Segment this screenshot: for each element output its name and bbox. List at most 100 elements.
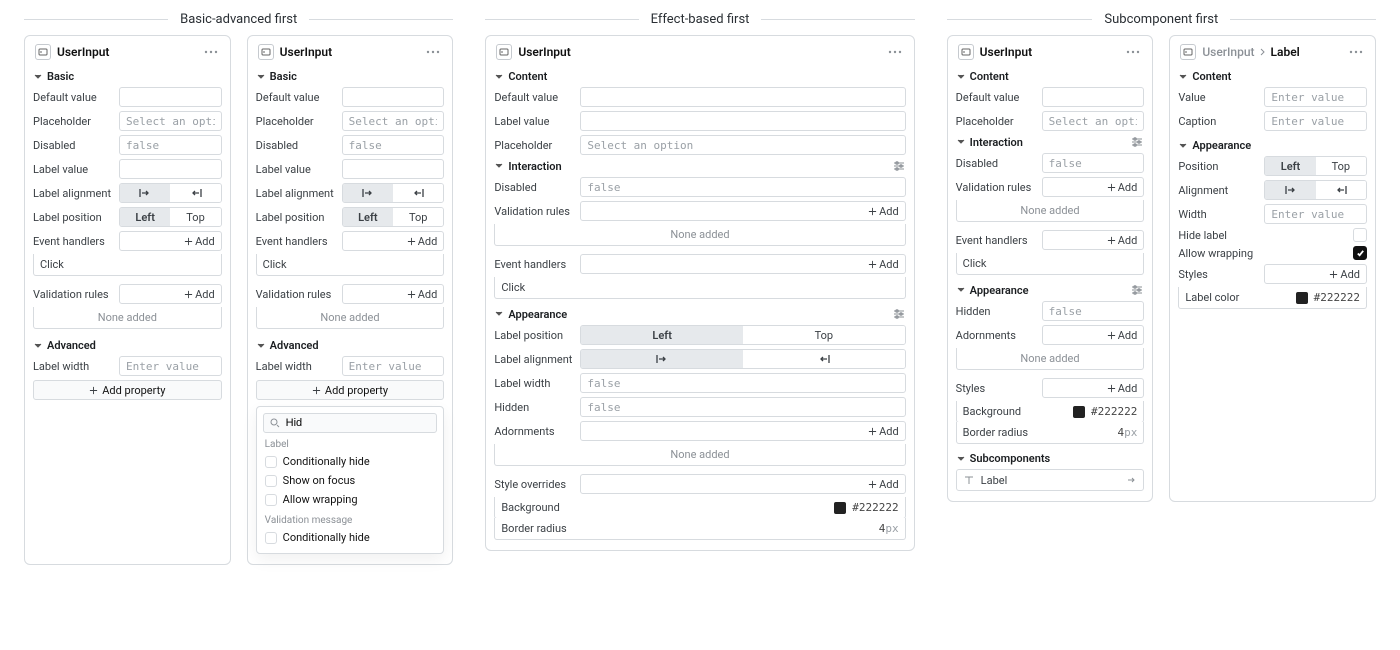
more-menu-icon[interactable] [202,45,220,59]
default-value-input[interactable] [580,87,905,107]
default-value-input[interactable] [1042,87,1145,107]
add-validation-button[interactable]: Add [407,288,438,301]
add-event-button[interactable]: Add [868,258,899,271]
settings-icon[interactable] [892,307,906,321]
hidden-input[interactable] [580,397,905,417]
add-validation-button[interactable]: Add [1107,181,1138,194]
more-menu-icon[interactable] [886,45,904,59]
section-interaction[interactable]: Interaction [494,159,905,173]
add-property-button[interactable]: Add property [33,380,222,400]
hidden-input[interactable] [1042,301,1145,321]
label-width-input[interactable] [119,356,222,376]
label-position-toggle[interactable]: Left Top [119,207,222,227]
style-row-background[interactable]: Background #222222 [956,401,1145,423]
pos-top[interactable]: Top [170,208,220,226]
section-appearance[interactable]: Appearance [494,307,905,321]
add-adornment-button[interactable]: Add [868,425,899,438]
align-left-icon[interactable] [343,184,393,202]
disabled-input[interactable] [342,135,445,155]
color-swatch[interactable] [834,502,846,514]
event-click-row[interactable]: Click [956,253,1145,275]
label-position-toggle[interactable]: Left Top [342,207,445,227]
style-row-border-radius[interactable]: Border radius 4px [494,518,905,540]
event-click-row[interactable]: Click [33,254,222,276]
event-click-row[interactable]: Click [256,254,445,276]
section-basic[interactable]: Basic [33,70,222,83]
default-value-input[interactable] [342,87,445,107]
alignment-toggle[interactable] [1264,180,1367,200]
align-right-icon[interactable] [743,350,905,368]
caption-input[interactable] [1264,111,1367,131]
more-menu-icon[interactable] [424,45,442,59]
placeholder-input[interactable] [119,111,222,131]
align-left-icon[interactable] [120,184,170,202]
menu-item[interactable]: Conditionally hide [263,528,438,547]
menu-item[interactable]: Conditionally hide [263,452,438,471]
placeholder-input[interactable] [1042,111,1145,131]
style-row-background[interactable]: Background #222222 [494,497,905,519]
width-input[interactable] [1264,204,1367,224]
property-search-input[interactable] [263,413,438,433]
label-value-input[interactable] [119,159,222,179]
section-content[interactable]: Content [494,70,905,83]
allow-wrapping-checkbox[interactable] [1353,246,1367,260]
label-value-input[interactable] [342,159,445,179]
pos-left[interactable]: Left [120,208,170,226]
label-width-input[interactable] [342,356,445,376]
section-advanced[interactable]: Advanced [256,339,445,352]
label-alignment-toggle[interactable] [119,183,222,203]
menu-item[interactable]: Show on focus [263,471,438,490]
align-left-icon[interactable] [581,350,743,368]
add-validation-button[interactable]: Add [868,205,899,218]
placeholder-input[interactable] [342,111,445,131]
breadcrumb-parent[interactable]: UserInput [1202,45,1254,59]
section-content[interactable]: Content [956,70,1145,83]
add-event-button[interactable]: Add [1107,234,1138,247]
add-adornment-button[interactable]: Add [1107,329,1138,342]
color-swatch[interactable] [1073,406,1085,418]
section-appearance[interactable]: Appearance [1178,139,1367,152]
align-right-icon[interactable] [393,184,443,202]
position-toggle[interactable]: LeftTop [1264,156,1367,176]
disabled-input[interactable] [1042,153,1145,173]
label-position-toggle[interactable]: LeftTop [580,325,905,345]
property-search-field[interactable] [284,416,431,430]
section-interaction[interactable]: Interaction [956,135,1145,149]
align-left-icon[interactable] [1265,181,1315,199]
value-input[interactable] [1264,87,1367,107]
more-menu-icon[interactable] [1124,45,1142,59]
add-event-button[interactable]: Add [407,235,438,248]
section-basic[interactable]: Basic [256,70,445,83]
align-right-icon[interactable] [1316,181,1366,199]
more-menu-icon[interactable] [1347,45,1365,59]
add-property-button[interactable]: Add property [256,380,445,400]
hide-label-checkbox[interactable] [1353,228,1367,242]
label-alignment-toggle[interactable] [580,349,905,369]
align-right-icon[interactable] [170,184,220,202]
add-event-button[interactable]: Add [184,235,215,248]
default-value-input[interactable] [119,87,222,107]
label-value-input[interactable] [580,111,905,131]
settings-icon[interactable] [1130,135,1144,149]
placeholder-input[interactable] [580,135,905,155]
section-advanced[interactable]: Advanced [33,339,222,352]
section-content[interactable]: Content [1178,70,1367,83]
section-appearance[interactable]: Appearance [956,283,1145,297]
disabled-input[interactable] [119,135,222,155]
menu-item[interactable]: Allow wrapping [263,490,438,509]
color-swatch[interactable] [1296,292,1308,304]
settings-icon[interactable] [1130,283,1144,297]
label-width-input[interactable] [580,373,905,393]
add-validation-button[interactable]: Add [184,288,215,301]
settings-icon[interactable] [892,159,906,173]
style-row-border-radius[interactable]: Border radius 4px [956,422,1145,444]
add-style-button[interactable]: Add [1107,382,1138,395]
event-click-row[interactable]: Click [494,277,905,299]
disabled-input[interactable] [580,177,905,197]
add-style-button[interactable]: Add [1329,268,1360,281]
label-alignment-toggle[interactable] [342,183,445,203]
add-style-button[interactable]: Add [868,478,899,491]
style-row-label-color[interactable]: Label color #222222 [1178,287,1367,309]
section-subcomponents[interactable]: Subcomponents [956,452,1145,465]
subcomponent-link[interactable]: Label [956,469,1145,491]
